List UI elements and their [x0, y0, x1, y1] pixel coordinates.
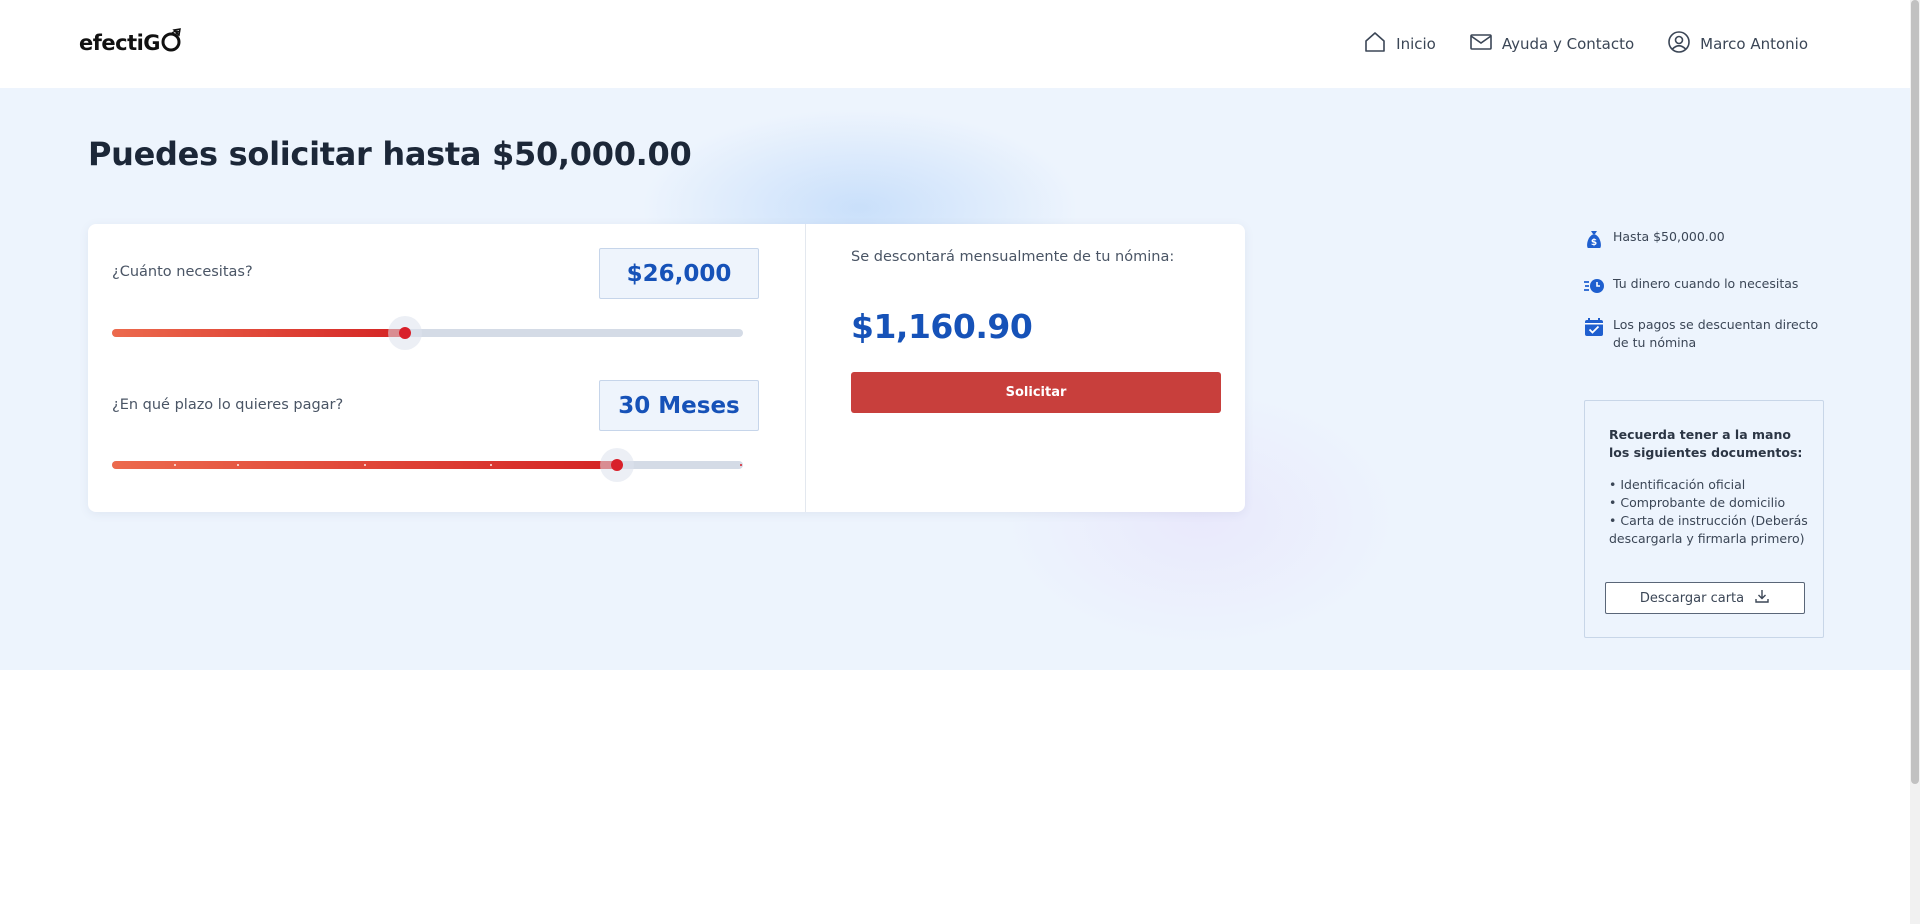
fast-clock-icon — [1583, 275, 1605, 302]
nav-inicio-label: Inicio — [1396, 35, 1436, 53]
nav-ayuda-contacto[interactable]: Ayuda y Contacto — [1469, 30, 1634, 58]
deduction-description: Se descontará mensualmente de tu nómina: — [851, 249, 1175, 265]
document-item: Comprobante de domicilio — [1609, 494, 1814, 512]
svg-text:$: $ — [175, 31, 179, 38]
page-scrollbar[interactable] — [1910, 0, 1920, 924]
amount-question: ¿Cuánto necesitas? — [112, 264, 253, 280]
amount-slider-thumb[interactable] — [388, 316, 422, 350]
term-slider-tick — [174, 464, 176, 466]
download-letter-button[interactable]: Descargar carta — [1605, 582, 1805, 614]
amount-slider[interactable] — [112, 316, 743, 350]
documents-list: Identificación oficial Comprobante de do… — [1609, 476, 1814, 548]
simulator-result: Se descontará mensualmente de tu nómina:… — [806, 224, 1245, 512]
term-question: ¿En qué plazo lo quieres pagar? — [112, 397, 344, 413]
main-nav: Inicio Ayuda y Contacto Marco Antonio — [1363, 30, 1808, 58]
scrollbar-thumb[interactable] — [1911, 0, 1919, 784]
loan-simulator-card: ¿Cuánto necesitas? $26,000 ¿En qué plazo… — [88, 224, 1245, 512]
benefit-text: Tu dinero cuando lo necesitas — [1613, 276, 1799, 291]
top-header: efectiG $ Inicio Ayuda y Contacto Marco … — [0, 0, 1910, 88]
simulator-inputs: ¿Cuánto necesitas? $26,000 ¿En qué plazo… — [88, 224, 806, 512]
term-slider-tick — [740, 464, 742, 466]
document-item: Carta de instrucción (Deberás descargarl… — [1609, 512, 1814, 548]
page-title: Puedes solicitar hasta $50,000.00 — [88, 135, 692, 173]
benefit-text: Los pagos se descuentan directo de tu nó… — [1613, 317, 1819, 350]
user-icon — [1667, 30, 1691, 58]
nav-inicio[interactable]: Inicio — [1363, 30, 1436, 58]
user-name-label: Marco Antonio — [1700, 35, 1808, 53]
download-letter-label: Descargar carta — [1639, 590, 1745, 606]
nav-user-profile[interactable]: Marco Antonio — [1667, 30, 1808, 58]
page: efectiG $ Inicio Ayuda y Contacto Marco … — [0, 0, 1920, 924]
term-slider-thumb[interactable] — [600, 448, 634, 482]
benefit-item-fast-money: Tu dinero cuando lo necesitas — [1583, 275, 1798, 302]
term-slider[interactable] — [112, 448, 743, 482]
svg-text:$: $ — [1591, 238, 1597, 248]
term-slider-tick — [364, 464, 366, 466]
benefit-text: Hasta $50,000.00 — [1613, 229, 1725, 244]
document-item: Identificación oficial — [1609, 476, 1814, 494]
logo-mark-icon: $ — [161, 27, 183, 53]
money-bag-icon: $ — [1583, 228, 1605, 255]
download-icon — [1754, 588, 1770, 608]
amount-slider-fill — [112, 329, 405, 337]
calendar-check-icon — [1583, 316, 1605, 343]
logo-text: efectiG — [79, 31, 161, 55]
term-slider-tick — [490, 464, 492, 466]
required-documents-box: Recuerda tener a la mano los siguientes … — [1584, 400, 1824, 638]
amount-value-display[interactable]: $26,000 — [599, 248, 759, 299]
documents-title: Recuerda tener a la mano los siguientes … — [1609, 427, 1803, 460]
term-value-display[interactable]: 30 Meses — [599, 380, 759, 431]
logo[interactable]: efectiG $ — [79, 27, 183, 56]
benefit-item-max-amount: $ Hasta $50,000.00 — [1583, 228, 1725, 255]
nav-ayuda-label: Ayuda y Contacto — [1501, 35, 1635, 53]
home-icon — [1363, 30, 1387, 58]
benefit-item-payroll-deduction: Los pagos se descuentan directo de tu nó… — [1583, 316, 1823, 352]
solicitar-button[interactable]: Solicitar — [851, 372, 1221, 413]
monthly-payment-amount: $1,160.90 — [851, 307, 1033, 346]
mail-icon — [1469, 30, 1493, 58]
term-slider-tick — [237, 464, 239, 466]
hero-band: Puedes solicitar hasta $50,000.00 ¿Cuánt… — [0, 88, 1910, 670]
